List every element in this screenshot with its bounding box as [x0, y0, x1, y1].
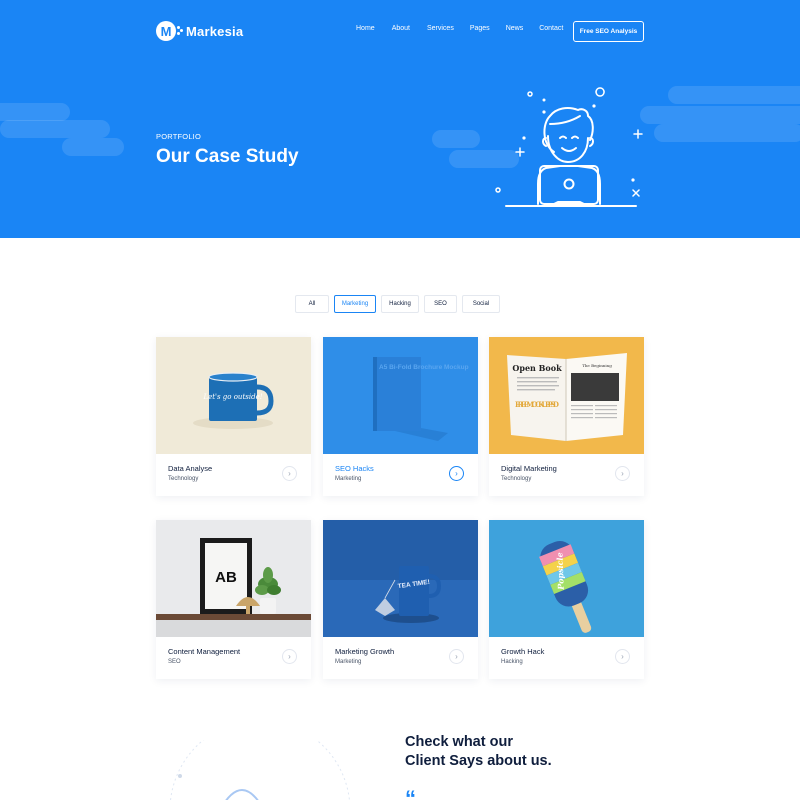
case-study-card[interactable]: AB Content Management SEO ›	[156, 520, 311, 679]
card-category: Technology	[501, 476, 532, 482]
open-book-photo: Open Book FREE MOCKUP PSD The Beginning	[489, 337, 644, 454]
chevron-right-icon[interactable]: ›	[615, 466, 630, 481]
card-category: SEO	[168, 659, 181, 665]
card-meta: Content Management SEO	[168, 647, 240, 665]
card-meta: Data Analyse Technology	[168, 464, 212, 482]
logo-dots-icon	[177, 24, 183, 38]
case-study-card[interactable]: TEA TIME! Marketing Growth Marketing ›	[323, 520, 478, 679]
chevron-right-icon[interactable]: ›	[449, 649, 464, 664]
card-category: Technology	[168, 476, 199, 482]
cloud-shape	[62, 138, 124, 156]
popsicle-photo: Popsicle	[489, 520, 644, 637]
hero-eyebrow: PORTFOLIO	[156, 132, 202, 141]
card-title[interactable]: SEO Hacks	[335, 464, 374, 473]
page-title: Our Case Study	[156, 146, 299, 167]
nav-home-link[interactable]: Home	[356, 25, 375, 32]
brochure-mockup-photo: A5 Bi-Fold Brochure Mockup	[323, 337, 478, 454]
hero-banner: M Markesia Home About Services Pages New…	[0, 0, 800, 238]
testimonial-heading-line2: Client Says about us.	[405, 753, 552, 769]
quote-icon: “	[405, 786, 416, 800]
card-category: Marketing	[335, 476, 362, 482]
logo-mark-icon: M	[156, 21, 176, 41]
testimonial-heading: Check what our Client Says about us.	[405, 733, 552, 771]
card-title[interactable]: Content Management	[168, 647, 240, 656]
nav-contact-link[interactable]: Contact	[539, 25, 563, 32]
card-title[interactable]: Growth Hack	[501, 647, 544, 656]
filter-seo[interactable]: SEO	[424, 295, 457, 313]
card-category: Marketing	[335, 659, 362, 665]
chevron-right-icon[interactable]: ›	[282, 649, 297, 664]
page-title: The Beginning	[582, 363, 612, 368]
frame-text: AB	[215, 569, 237, 586]
cloud-shape	[432, 130, 480, 148]
enamel-mug-photo: Let's go outside!	[156, 337, 311, 454]
card-meta: Growth Hack Hacking	[501, 647, 544, 665]
filter-social[interactable]: Social	[462, 295, 500, 313]
frame-and-lamp-photo: AB	[156, 520, 311, 637]
brochure-text: A5 Bi-Fold Brochure Mockup	[379, 364, 469, 371]
card-category: Hacking	[501, 659, 523, 665]
cloud-shape	[654, 124, 800, 142]
cloud-shape	[640, 106, 800, 124]
portfolio-filter-tabs: All Marketing Hacking SEO Social	[295, 295, 505, 313]
decorative-circle-icon	[170, 740, 350, 800]
mug-text: Let's go outside!	[202, 393, 262, 401]
case-study-card[interactable]: Popsicle Growth Hack Hacking ›	[489, 520, 644, 679]
popsicle-text: Popsicle	[554, 552, 565, 591]
top-navigation: M Markesia Home About Services Pages New…	[0, 0, 800, 62]
card-title[interactable]: Digital Marketing	[501, 464, 557, 473]
chevron-right-icon[interactable]: ›	[282, 466, 297, 481]
person-with-laptop-illustration	[495, 87, 643, 207]
case-study-card[interactable]: A5 Bi-Fold Brochure Mockup SEO Hacks Mar…	[323, 337, 478, 496]
testimonial-heading-line1: Check what our	[405, 734, 513, 750]
brand-name: Markesia	[186, 23, 244, 39]
nav-news-link[interactable]: News	[506, 25, 524, 32]
cloud-shape	[668, 86, 800, 104]
card-meta: Digital Marketing Technology	[501, 464, 557, 482]
free-seo-analysis-button[interactable]: Free SEO Analysis	[573, 21, 644, 42]
filter-hacking[interactable]: Hacking	[381, 295, 419, 313]
book-title: Open Book	[512, 363, 562, 373]
nav-about-link[interactable]: About	[392, 25, 410, 32]
book-subtitle: FREE MOCKUP PSD	[515, 400, 559, 409]
card-meta: Marketing Growth Marketing	[335, 647, 394, 665]
card-meta: SEO Hacks Marketing	[335, 464, 374, 482]
cloud-shape	[0, 120, 110, 138]
filter-all[interactable]: All	[295, 295, 329, 313]
chevron-right-icon[interactable]: ›	[615, 649, 630, 664]
card-title[interactable]: Marketing Growth	[335, 647, 394, 656]
case-study-card[interactable]: Let's go outside! Data Analyse Technolog…	[156, 337, 311, 496]
case-study-card[interactable]: Open Book FREE MOCKUP PSD The Beginning …	[489, 337, 644, 496]
cloud-shape	[0, 103, 70, 121]
tea-mug-photo: TEA TIME!	[323, 520, 478, 637]
brand-logo[interactable]: M Markesia	[156, 20, 243, 42]
filter-marketing[interactable]: Marketing	[334, 295, 376, 313]
chevron-right-icon[interactable]: ›	[449, 466, 464, 481]
card-title[interactable]: Data Analyse	[168, 464, 212, 473]
main-menu: Home About Services Pages News Contact	[356, 25, 580, 32]
nav-services-link[interactable]: Services	[427, 25, 454, 32]
nav-pages-link[interactable]: Pages	[470, 25, 490, 32]
